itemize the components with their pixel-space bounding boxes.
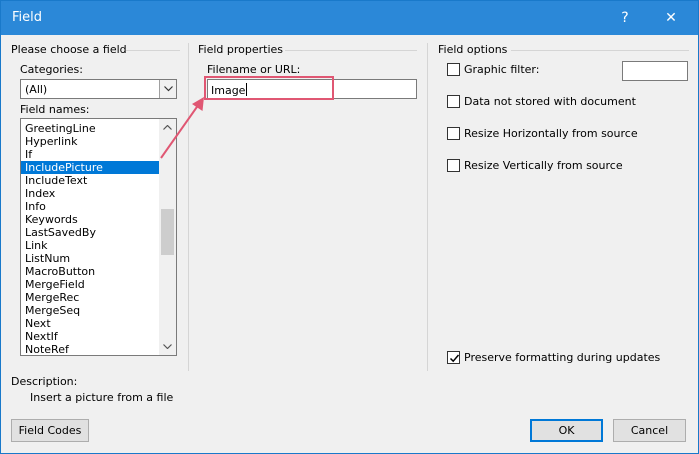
annotation-arrow-icon	[160, 97, 204, 159]
field-dialog: Field ? ✕ Please choose a field Categori…	[0, 0, 699, 454]
